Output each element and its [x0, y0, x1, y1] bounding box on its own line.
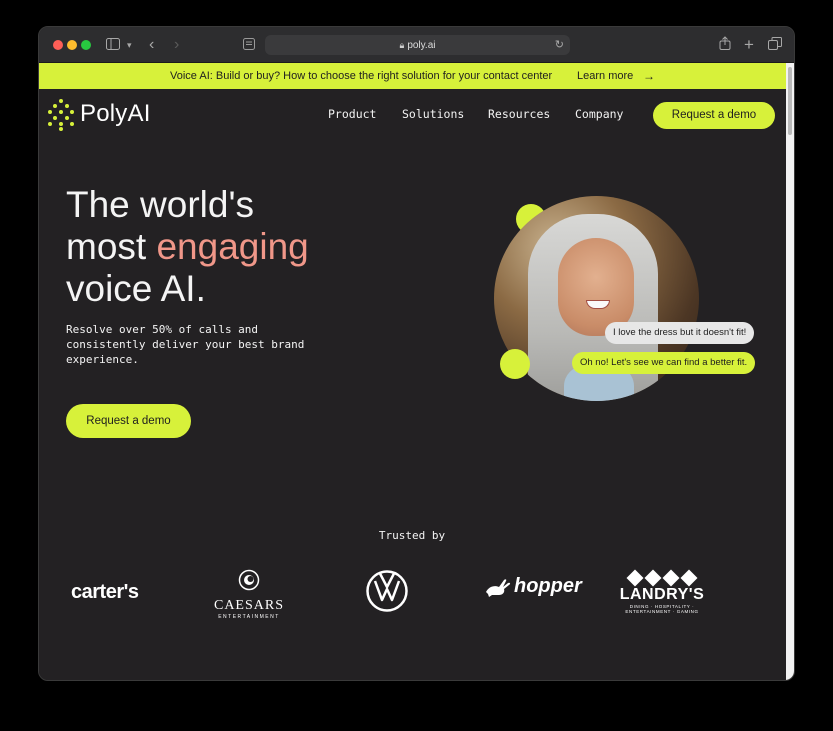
address-bar[interactable]: 🔒︎ poly.ai ↻: [265, 35, 570, 55]
landrys-wordmark: LANDRY'S: [619, 586, 705, 603]
hero-request-demo-button[interactable]: Request a demo: [66, 404, 191, 438]
hero-title-line-1: The world's: [66, 184, 255, 225]
chat-bubble-agent: Oh no! Let's see we can find a better fi…: [572, 352, 756, 374]
announcement-banner[interactable]: Voice AI: Build or buy? How to choose th…: [39, 63, 788, 89]
landrys-logo: LANDRY'S DINING · HOSPITALITY · ENTERTAI…: [619, 569, 705, 614]
polyai-logo[interactable]: PolyAI: [48, 99, 151, 131]
arrow-right-icon[interactable]: →: [643, 63, 655, 89]
volkswagen-emblem-icon: [366, 570, 408, 612]
hero-subtitle: Resolve over 50% of calls and consistent…: [66, 323, 305, 366]
nav-resources[interactable]: Resources: [488, 107, 550, 121]
banner-text: Voice AI: Build or buy? How to choose th…: [170, 70, 553, 82]
minimize-window-button[interactable]: [67, 40, 77, 50]
lock-icon: 🔒︎: [399, 40, 405, 50]
hero-title-line-3: voice AI.: [66, 268, 206, 309]
decorative-blob: [500, 349, 530, 379]
trusted-by-heading: Trusted by: [378, 529, 446, 542]
hero-title: The world's most engaging voice AI.: [66, 184, 309, 310]
customer-logos: carter's CAESARS ENTERTAINMENT hopper LA…: [39, 563, 788, 623]
chat-bubble-user: I love the dress but it doesn't fit!: [605, 322, 755, 344]
hopper-wordmark: hopper: [514, 575, 582, 597]
reader-icon[interactable]: [243, 36, 255, 54]
volkswagen-logo: [366, 570, 408, 617]
caesars-wordmark: CAESARS: [213, 598, 285, 613]
header-request-demo-button[interactable]: Request a demo: [653, 102, 775, 129]
logo-text: PolyAI: [80, 100, 151, 127]
caesars-emblem-icon: [238, 569, 260, 591]
caesars-logo: CAESARS ENTERTAINMENT: [209, 569, 289, 620]
hopper-logo: hopper: [484, 575, 582, 598]
caesars-subtitle: ENTERTAINMENT: [218, 614, 280, 620]
rabbit-icon: [486, 578, 511, 597]
carters-logo: carter's: [71, 581, 139, 603]
share-icon[interactable]: [719, 36, 731, 54]
hero-title-highlight: engaging: [156, 226, 309, 267]
reload-icon[interactable]: ↻: [555, 35, 564, 55]
browser-window: ▾ ‹ › 🔒︎ poly.ai ↻ + Voice AI: Build or b…: [38, 26, 795, 681]
back-icon[interactable]: ‹: [149, 36, 154, 54]
url-text: poly.ai: [407, 40, 436, 51]
chevron-down-icon[interactable]: ▾: [127, 36, 132, 54]
page-scrollbar[interactable]: [786, 63, 794, 680]
nav-solutions[interactable]: Solutions: [402, 107, 464, 121]
fullscreen-window-button[interactable]: [81, 40, 91, 50]
web-page: Voice AI: Build or buy? How to choose th…: [39, 63, 788, 680]
browser-toolbar: ▾ ‹ › 🔒︎ poly.ai ↻ +: [39, 27, 794, 63]
new-tab-icon[interactable]: +: [744, 36, 754, 54]
landrys-diamonds-icon: [619, 569, 705, 587]
forward-icon[interactable]: ›: [174, 36, 179, 54]
site-header: PolyAI Product Solutions Resources Compa…: [39, 89, 788, 141]
landrys-subtitle: DINING · HOSPITALITY · ENTERTAINMENT · G…: [625, 604, 699, 614]
scrollbar-thumb[interactable]: [788, 67, 792, 135]
polyai-logo-icon: [48, 99, 74, 131]
nav-company[interactable]: Company: [575, 107, 623, 121]
close-window-button[interactable]: [53, 40, 63, 50]
nav-product[interactable]: Product: [328, 107, 376, 121]
banner-learn-more-link[interactable]: Learn more: [577, 63, 633, 89]
tabs-icon[interactable]: [768, 36, 782, 54]
hero-title-line-2a: most: [66, 226, 157, 267]
sidebar-icon[interactable]: [106, 36, 120, 54]
